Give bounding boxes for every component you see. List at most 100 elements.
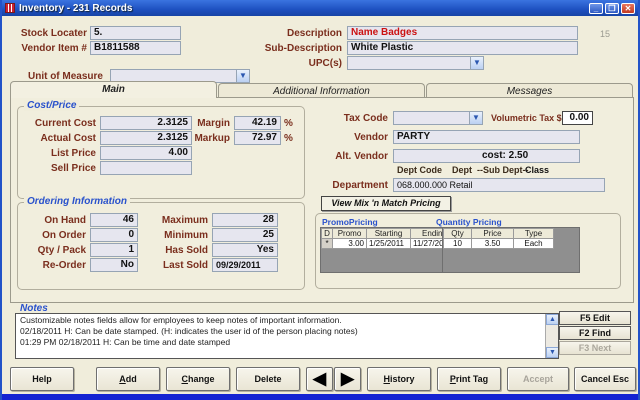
record-page-indicator: 15 bbox=[600, 29, 610, 39]
chevron-down-icon[interactable]: ▼ bbox=[470, 57, 483, 69]
delete-button[interactable]: Delete bbox=[236, 367, 300, 391]
on-order-field[interactable]: 0 bbox=[90, 228, 138, 242]
main-tab-panel: Cost/Price Current Cost 2.3125 Actual Co… bbox=[10, 97, 634, 303]
cancel-esc-button[interactable]: Cancel Esc bbox=[574, 367, 636, 391]
qty-col-qty: Qty bbox=[444, 229, 472, 239]
next-arrow-icon: ▶ bbox=[335, 368, 360, 389]
cost-price-title: Cost/Price bbox=[24, 100, 79, 111]
promo-col-starting: Starting bbox=[367, 229, 411, 239]
tax-code-dropdown[interactable]: A 6.25% ▼ bbox=[393, 111, 483, 125]
ordering-information-title: Ordering Information bbox=[24, 196, 130, 207]
f2-find-button[interactable]: F2 Find bbox=[559, 326, 631, 340]
notes-line: 02/18/2011 H: Can be date stamped. (H: i… bbox=[20, 326, 542, 337]
promo-col-d: D bbox=[322, 229, 333, 239]
f3-next-button: F3 Next bbox=[559, 341, 631, 355]
inventory-window: Inventory - 231 Records _ ❐ ✕ 15 Stock L… bbox=[0, 0, 640, 400]
notes-line: Customizable notes fields allow for empl… bbox=[20, 315, 542, 326]
last-sold-label: Last Sold bbox=[156, 260, 208, 271]
volumetric-tax-field[interactable]: 0.00 bbox=[562, 111, 593, 125]
scroll-down-icon[interactable]: ▼ bbox=[546, 347, 559, 358]
promo-cell-promo: 3.00 bbox=[333, 239, 367, 249]
margin-percent-sign: % bbox=[284, 118, 298, 129]
promo-pricing-table: D Promo Starting Ending * 3.00 1/25/2011… bbox=[320, 227, 460, 273]
tab-main[interactable]: Main bbox=[10, 81, 217, 98]
chevron-down-icon[interactable]: ▼ bbox=[236, 70, 249, 82]
alt-vendor-value: TOYS bbox=[414, 162, 441, 163]
promo-data-row[interactable]: * 3.00 1/25/2011 11/27/2011 bbox=[322, 239, 459, 249]
vendor-field[interactable]: PARTY bbox=[393, 130, 580, 144]
app-icon bbox=[5, 3, 15, 13]
chevron-down-icon[interactable]: ▼ bbox=[469, 112, 482, 124]
maximum-field[interactable]: 28 bbox=[212, 213, 278, 227]
upc-dropdown[interactable]: ▼ bbox=[347, 56, 484, 70]
tab-messages[interactable]: Messages bbox=[426, 83, 633, 98]
promo-col-promo: Promo bbox=[333, 229, 367, 239]
change-label: Change bbox=[167, 368, 229, 390]
previous-arrow-icon: ◀ bbox=[307, 368, 332, 389]
minimum-field[interactable]: 25 bbox=[212, 228, 278, 242]
markup-percent-sign: % bbox=[284, 133, 298, 144]
actual-cost-label: Actual Cost bbox=[20, 133, 96, 144]
history-button[interactable]: History bbox=[367, 367, 431, 391]
margin-field[interactable]: 42.19 bbox=[234, 116, 281, 130]
dept-code-header: Dept Code bbox=[397, 165, 442, 175]
sub-description-field[interactable]: White Plastic bbox=[347, 41, 578, 55]
qty-col-price: Price bbox=[472, 229, 514, 239]
notes-textarea[interactable]: Customizable notes fields allow for empl… bbox=[15, 313, 559, 359]
notes-line: 01:29 PM 02/18/2011 H: Can be time and d… bbox=[20, 337, 542, 348]
alt-vendor-field[interactable]: TOYS cost: 2.50 bbox=[393, 149, 580, 163]
on-hand-field[interactable]: 46 bbox=[90, 213, 138, 227]
change-button[interactable]: Change bbox=[166, 367, 230, 391]
help-label: Help bbox=[11, 368, 73, 390]
restore-button[interactable]: ❐ bbox=[605, 3, 619, 14]
vendor-label: Vendor bbox=[303, 132, 388, 143]
has-sold-label: Has Sold bbox=[156, 245, 208, 256]
on-hand-label: On Hand bbox=[20, 215, 86, 226]
add-button[interactable]: Add bbox=[96, 367, 160, 391]
maximum-label: Maximum bbox=[156, 215, 208, 226]
print-tag-button[interactable]: Print Tag bbox=[437, 367, 501, 391]
next-record-button[interactable]: ▶ bbox=[334, 367, 361, 391]
description-field[interactable]: Name Badges bbox=[347, 26, 578, 40]
sell-price-field[interactable] bbox=[100, 161, 192, 175]
minimum-label: Minimum bbox=[156, 230, 208, 241]
delete-label: Delete bbox=[237, 368, 299, 390]
upc-label: UPC(s) bbox=[232, 58, 342, 69]
print-tag-label: Print Tag bbox=[438, 368, 500, 390]
close-button[interactable]: ✕ bbox=[621, 3, 635, 14]
last-sold-field[interactable]: 09/29/2011 bbox=[212, 258, 278, 272]
alt-vendor-label: Alt. Vendor bbox=[303, 151, 388, 162]
stock-locater-field[interactable]: 5. bbox=[90, 26, 181, 40]
previous-record-button[interactable]: ◀ bbox=[306, 367, 333, 391]
view-mix-n-match-pricing-button[interactable]: View Mix 'n Match Pricing bbox=[321, 196, 451, 211]
has-sold-field[interactable]: Yes bbox=[212, 243, 278, 257]
help-button[interactable]: Help bbox=[10, 367, 74, 391]
description-label: Description bbox=[232, 28, 342, 39]
vendor-item-field[interactable]: B1811588 bbox=[90, 41, 181, 55]
dept-subdept-header: Dept --Sub Dept-- bbox=[452, 165, 529, 175]
accept-button: Accept bbox=[507, 367, 569, 391]
notes-scrollbar[interactable]: ▲ ▼ bbox=[545, 314, 558, 358]
sell-price-label: Sell Price bbox=[20, 163, 96, 174]
markup-field[interactable]: 72.97 bbox=[234, 131, 281, 145]
add-label: Add bbox=[97, 368, 159, 390]
department-field[interactable]: 068.000.000 Retail bbox=[393, 178, 605, 192]
reorder-field[interactable]: No bbox=[90, 258, 138, 272]
qty-pack-field[interactable]: 1 bbox=[90, 243, 138, 257]
minimize-button[interactable]: _ bbox=[589, 3, 603, 14]
actual-cost-field[interactable]: 2.3125 bbox=[100, 131, 192, 145]
tax-code-label: Tax Code bbox=[303, 113, 388, 124]
quantity-data-row[interactable]: 10 3.50 Each bbox=[444, 239, 554, 249]
current-cost-field[interactable]: 2.3125 bbox=[100, 116, 192, 130]
promo-cell-d: * bbox=[322, 239, 333, 249]
sub-description-label: Sub-Description bbox=[232, 43, 342, 54]
qty-cell-price: 3.50 bbox=[472, 239, 514, 249]
ordering-information-group: Ordering Information On Hand 46 On Order… bbox=[17, 202, 305, 290]
f5-edit-button[interactable]: F5 Edit bbox=[559, 311, 631, 325]
title-bar[interactable]: Inventory - 231 Records _ ❐ ✕ bbox=[2, 0, 638, 16]
list-price-field[interactable]: 4.00 bbox=[100, 146, 192, 160]
cost-price-group: Cost/Price Current Cost 2.3125 Actual Co… bbox=[17, 106, 305, 199]
alt-vendor-cost: cost: 2.50 bbox=[482, 150, 528, 162]
scroll-up-icon[interactable]: ▲ bbox=[546, 314, 559, 325]
tab-additional-information[interactable]: Additional Information bbox=[218, 83, 425, 98]
